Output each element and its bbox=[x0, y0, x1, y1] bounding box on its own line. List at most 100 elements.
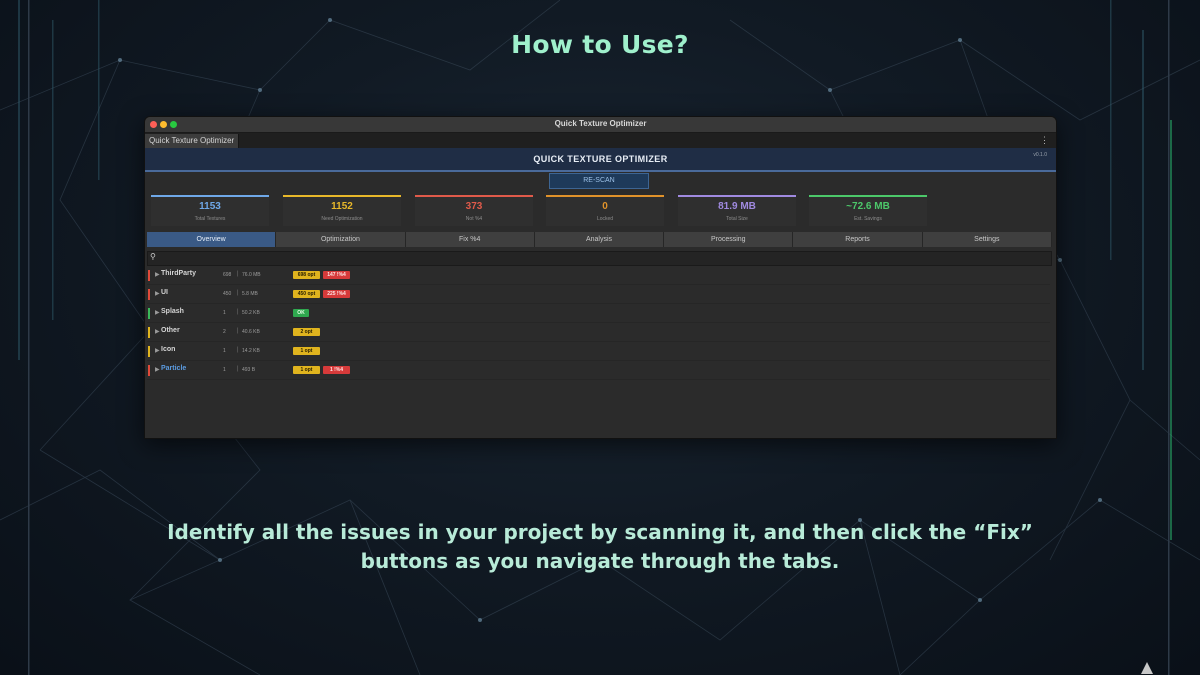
status-stripe bbox=[148, 308, 150, 319]
fix-badge[interactable]: 147 !%4 bbox=[323, 271, 350, 279]
stat-label: Total Size bbox=[726, 216, 748, 222]
list-item[interactable]: ▶ Other 2 | 40.6 KB 2 opt bbox=[147, 324, 1050, 342]
stat-value: 0 bbox=[602, 201, 608, 212]
caption-line-2: buttons as you navigate through the tabs… bbox=[360, 549, 840, 573]
stat-label: Total Textures bbox=[194, 216, 226, 222]
list-item[interactable]: ▶ ThirdParty 698 | 76.0 MB 698 opt 147 !%4 bbox=[147, 267, 1050, 285]
tab-settings[interactable]: Settings bbox=[922, 232, 1052, 247]
stat-accent-bar bbox=[809, 195, 927, 197]
stat-accent-bar bbox=[151, 195, 269, 197]
category-name: Particle bbox=[161, 365, 187, 372]
main-tabs: Overview Optimization Fix %4 Analysis Proces… bbox=[147, 232, 1052, 247]
slide-caption: Identify all the issues in your project … bbox=[150, 518, 1050, 576]
texture-count: 450 bbox=[223, 291, 232, 297]
separator: | bbox=[237, 309, 239, 315]
texture-count: 1 bbox=[223, 367, 226, 373]
tab-reports[interactable]: Reports bbox=[793, 232, 923, 247]
search-input[interactable] bbox=[162, 253, 1042, 263]
version-label: v0.1.0 bbox=[1033, 152, 1047, 158]
stat-card: 81.9 MB Total Size bbox=[678, 195, 796, 226]
status-stripe bbox=[148, 346, 150, 357]
texture-count: 1 bbox=[223, 310, 226, 316]
status-stripe bbox=[148, 327, 150, 338]
category-size: 76.0 MB bbox=[242, 272, 261, 278]
expand-arrow-icon[interactable]: ▶ bbox=[155, 347, 160, 354]
fix-badge[interactable]: 1 !%4 bbox=[323, 366, 350, 374]
stat-card: 0 Locked bbox=[546, 195, 664, 226]
tab-processing[interactable]: Processing bbox=[664, 232, 794, 247]
optimize-badge[interactable]: 1 opt bbox=[293, 347, 320, 355]
category-size: 493 B bbox=[242, 367, 256, 373]
optimize-badge[interactable]: 2 opt bbox=[293, 328, 320, 336]
tab-analysis[interactable]: Analysis bbox=[534, 232, 665, 247]
texture-count: 1 bbox=[223, 348, 226, 354]
separator: | bbox=[237, 290, 239, 296]
list-item[interactable]: ▶ Particle 1 | 493 B 1 opt 1 !%4 bbox=[147, 362, 1050, 380]
stat-value: 1153 bbox=[199, 201, 221, 212]
status-stripe bbox=[148, 270, 150, 281]
tab-optimization[interactable]: Optimization bbox=[276, 232, 406, 247]
stat-label: Est. Savings bbox=[854, 216, 882, 222]
editor-tab[interactable]: Quick Texture Optimizer bbox=[145, 134, 240, 148]
stat-label: Need Optimization bbox=[321, 216, 363, 222]
caption-line-1: Identify all the issues in your project … bbox=[167, 520, 1033, 544]
search-icon: ⚲ bbox=[150, 252, 156, 261]
tab-overview[interactable]: Overview bbox=[147, 232, 277, 247]
category-size: 50.2 KB bbox=[242, 310, 260, 316]
category-size: 40.6 KB bbox=[242, 329, 260, 335]
optimize-badge[interactable]: 450 opt bbox=[293, 290, 320, 298]
editor-tabstrip: Quick Texture Optimizer ⋮ bbox=[145, 133, 1056, 148]
stat-accent-bar bbox=[283, 195, 401, 197]
arrow-up-icon bbox=[1141, 662, 1153, 674]
list-item[interactable]: ▶ UI 450 | 5.8 MB 450 opt 225 !%4 bbox=[147, 286, 1050, 304]
expand-arrow-icon[interactable]: ▶ bbox=[155, 328, 160, 335]
texture-count: 698 bbox=[223, 272, 232, 278]
expand-arrow-icon[interactable]: ▶ bbox=[155, 366, 160, 373]
app-window: Quick Texture Optimizer Quick Texture Op… bbox=[144, 116, 1057, 439]
stat-label: Locked bbox=[596, 216, 614, 222]
separator: | bbox=[237, 347, 239, 353]
stat-value: 1152 bbox=[331, 201, 353, 212]
category-size: 5.8 MB bbox=[242, 291, 258, 297]
stat-card: 373 Not %4 bbox=[415, 195, 533, 226]
separator: | bbox=[237, 328, 239, 334]
slide-headline: How to Use? bbox=[511, 30, 689, 59]
list-item[interactable]: ▶ Icon 1 | 14.2 KB 1 opt bbox=[147, 343, 1050, 361]
tool-title: QUICK TEXTURE OPTIMIZER bbox=[533, 154, 668, 164]
tab-fix-4[interactable]: Fix %4 bbox=[405, 232, 535, 247]
stat-accent-bar bbox=[415, 195, 533, 197]
expand-arrow-icon[interactable]: ▶ bbox=[155, 290, 160, 297]
category-size: 14.2 KB bbox=[242, 348, 260, 354]
separator: | bbox=[237, 271, 239, 277]
category-name: Icon bbox=[161, 346, 176, 353]
rescan-button[interactable]: RE-SCAN bbox=[549, 173, 649, 189]
expand-arrow-icon[interactable]: ▶ bbox=[155, 271, 160, 278]
window-titlebar[interactable]: Quick Texture Optimizer bbox=[145, 117, 1056, 133]
separator: | bbox=[237, 366, 239, 372]
search-bar: ⚲ bbox=[147, 251, 1052, 266]
category-name: Other bbox=[161, 327, 180, 334]
ok-badge: OK bbox=[293, 309, 309, 317]
window-title: Quick Texture Optimizer bbox=[554, 119, 647, 128]
stat-value: 81.9 MB bbox=[718, 201, 756, 212]
status-stripe bbox=[148, 365, 150, 376]
stat-label: Not %4 bbox=[465, 216, 483, 222]
stat-accent-bar bbox=[546, 195, 664, 197]
stat-accent-bar bbox=[678, 195, 796, 197]
optimize-badge[interactable]: 698 opt bbox=[293, 271, 320, 279]
kebab-menu-icon[interactable]: ⋮ bbox=[1040, 135, 1049, 146]
tool-header: QUICK TEXTURE OPTIMIZER v0.1.0 bbox=[145, 148, 1056, 172]
stat-value: ~72.6 MB bbox=[846, 201, 890, 212]
stat-card: ~72.6 MB Est. Savings bbox=[809, 195, 927, 226]
stat-card: 1153 Total Textures bbox=[151, 195, 269, 226]
stat-card: 1152 Need Optimization bbox=[283, 195, 401, 226]
list-item[interactable]: ▶ Splash 1 | 50.2 KB OK bbox=[147, 305, 1050, 323]
category-name: UI bbox=[161, 289, 168, 296]
fix-badge[interactable]: 225 !%4 bbox=[323, 290, 350, 298]
status-stripe bbox=[148, 289, 150, 300]
optimize-badge[interactable]: 1 opt bbox=[293, 366, 320, 374]
category-name: ThirdParty bbox=[161, 270, 197, 277]
expand-arrow-icon[interactable]: ▶ bbox=[155, 309, 160, 316]
category-name: Splash bbox=[161, 308, 184, 315]
stat-value: 373 bbox=[465, 201, 483, 212]
